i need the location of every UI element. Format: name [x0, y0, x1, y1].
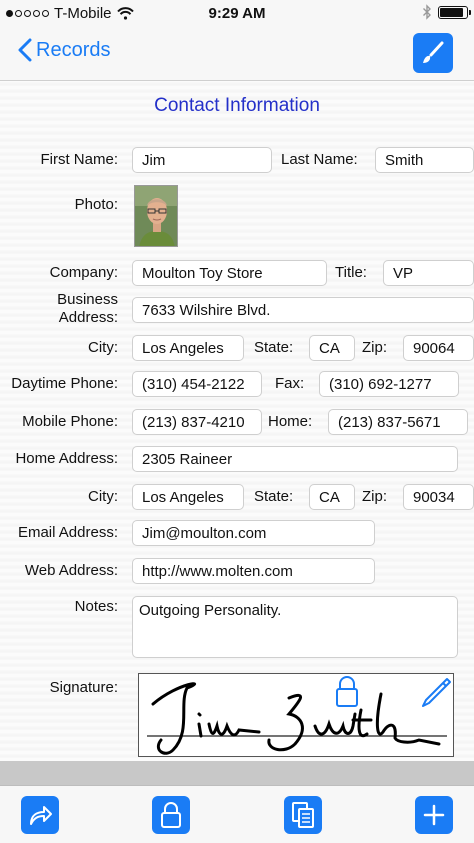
- home-address-label: Home Address:: [15, 450, 118, 467]
- web-address-field[interactable]: http://www.molten.com: [132, 558, 375, 584]
- daytime-phone-field[interactable]: (310) 454-2122: [132, 371, 262, 397]
- bluetooth-icon: [423, 4, 431, 20]
- share-icon: [30, 806, 52, 825]
- notes-textarea[interactable]: Outgoing Personality.: [132, 596, 458, 658]
- home-city-label: City:: [88, 488, 118, 505]
- job-title-field[interactable]: VP: [383, 260, 474, 286]
- company-label: Company:: [49, 264, 118, 281]
- business-zip-label: Zip:: [362, 339, 388, 356]
- status-right: [422, 4, 471, 20]
- contact-photo[interactable]: [134, 185, 178, 247]
- status-time: 9:29 AM: [208, 5, 266, 22]
- back-button-label: Records: [36, 38, 111, 61]
- business-city-field[interactable]: Los Angeles: [132, 335, 244, 361]
- first-name-label: First Name:: [40, 151, 118, 168]
- add-record-button[interactable]: [415, 796, 453, 834]
- chevron-left-icon: [18, 38, 32, 62]
- home-phone-field[interactable]: (213) 837-5671: [328, 409, 468, 435]
- signature-drawing: [147, 682, 447, 755]
- business-state-field[interactable]: CA: [309, 335, 355, 361]
- home-zip-field[interactable]: 90034: [403, 484, 474, 510]
- battery-fill: [440, 7, 463, 17]
- pen-icon: [422, 678, 451, 707]
- fax-label: Fax:: [275, 375, 305, 392]
- home-phone-label: Home:: [268, 413, 313, 430]
- business-address-label: Business Address:: [57, 291, 118, 326]
- title-label: Title:: [335, 264, 367, 281]
- home-city-field[interactable]: Los Angeles: [132, 484, 244, 510]
- battery-icon: [438, 5, 471, 19]
- lock-record-button[interactable]: [152, 796, 190, 834]
- pen-tool-button[interactable]: [419, 676, 453, 715]
- mobile-phone-label: Mobile Phone:: [22, 413, 118, 430]
- back-button[interactable]: Records: [18, 38, 110, 62]
- share-button[interactable]: [21, 796, 59, 834]
- home-address-field[interactable]: 2305 Raineer: [132, 446, 458, 472]
- mobile-phone-field[interactable]: (213) 837-4210: [132, 409, 262, 435]
- business-zip-field[interactable]: 90064: [403, 335, 474, 361]
- email-field[interactable]: Jim@moulton.com: [132, 520, 375, 546]
- portrait-image: [135, 186, 177, 246]
- brush-icon: [423, 41, 444, 63]
- signature-pad[interactable]: [138, 673, 454, 757]
- signature-label: Signature:: [49, 679, 118, 696]
- lock-icon: [336, 676, 358, 707]
- home-state-label: State:: [254, 488, 294, 505]
- fax-field[interactable]: (310) 692-1277: [319, 371, 459, 397]
- email-label: Email Address:: [17, 524, 118, 541]
- toolbar-divider: [0, 761, 474, 785]
- business-address-field[interactable]: 7633 Wilshire Blvd.: [132, 297, 474, 323]
- home-zip-label: Zip:: [362, 488, 388, 505]
- duplicate-icon: [292, 802, 314, 828]
- status-bar: T-Mobile 9:29 AM: [0, 0, 474, 28]
- duplicate-record-button[interactable]: [284, 796, 322, 834]
- lock-signature-button[interactable]: [334, 674, 360, 713]
- navigation-bar: Records: [0, 28, 474, 81]
- last-name-field[interactable]: Smith: [375, 147, 474, 173]
- add-icon: [423, 804, 445, 826]
- business-state-label: State:: [254, 339, 294, 356]
- company-field[interactable]: Moulton Toy Store: [132, 260, 327, 286]
- notes-label: Notes:: [74, 598, 118, 615]
- last-name-label: Last Name:: [281, 151, 358, 168]
- daytime-phone-label: Daytime Phone:: [11, 375, 118, 392]
- business-city-label: City:: [88, 339, 118, 356]
- photo-label: Photo:: [74, 196, 118, 213]
- bottom-toolbar: [0, 785, 474, 843]
- web-address-label: Web Address:: [24, 562, 118, 579]
- first-name-field[interactable]: Jim: [132, 147, 272, 173]
- home-state-field[interactable]: CA: [309, 484, 355, 510]
- lock-icon: [161, 802, 181, 828]
- page-title: Contact Information: [154, 95, 320, 116]
- edit-brush-button[interactable]: [413, 33, 453, 73]
